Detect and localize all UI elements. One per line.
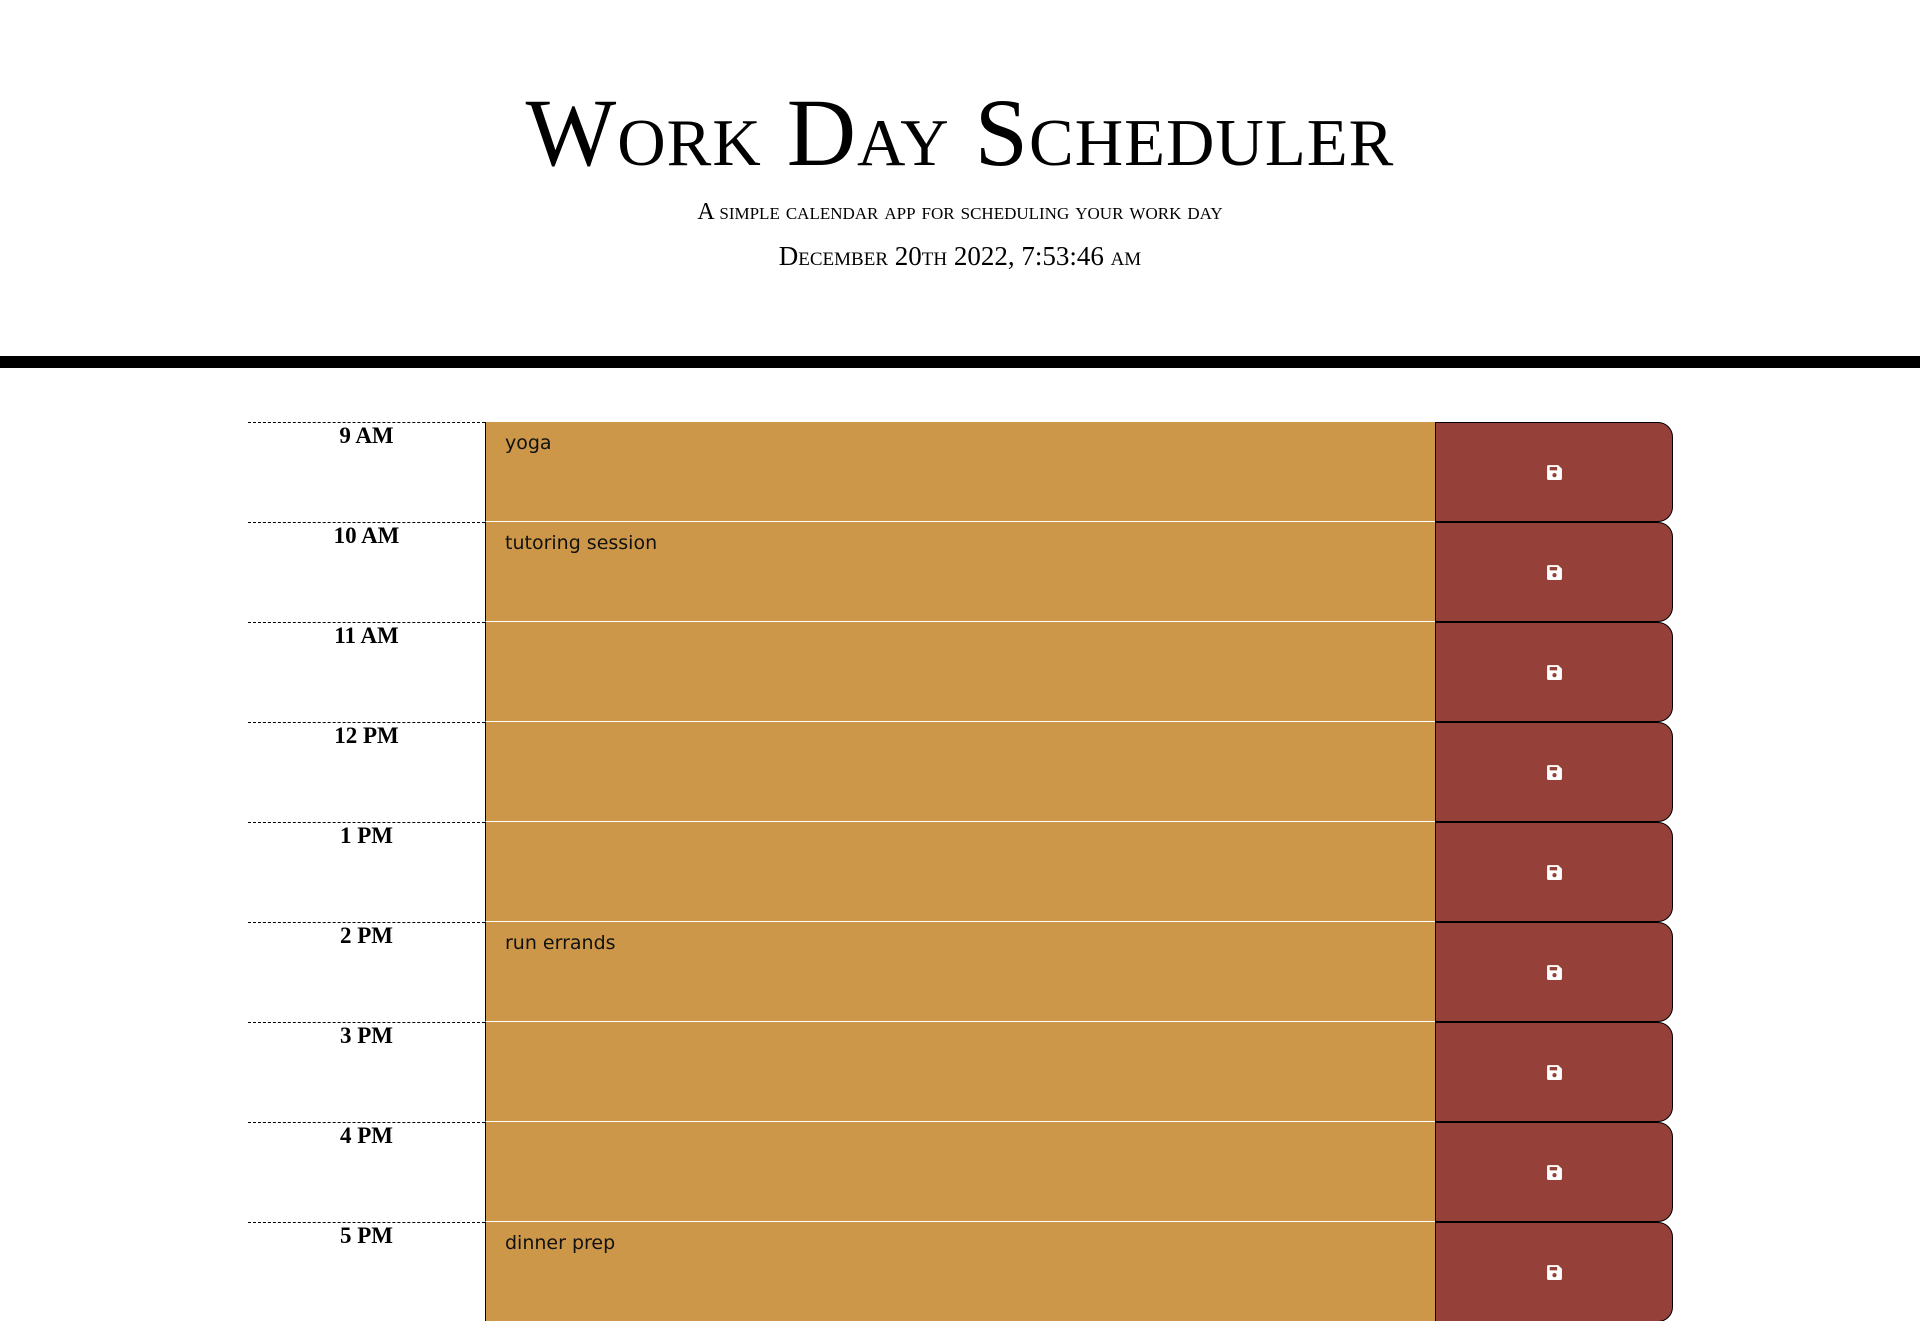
description-textarea[interactable] <box>485 1122 1435 1222</box>
floppy-disk-icon <box>1546 664 1563 681</box>
time-block-1pm: 1 PM <box>248 822 1673 922</box>
save-button[interactable] <box>1435 422 1673 522</box>
hour-label: 4 PM <box>248 1122 485 1222</box>
time-block-9am: 9 AM yoga <box>248 422 1673 522</box>
hour-label: 11 AM <box>248 622 485 722</box>
time-block-11am: 11 AM <box>248 622 1673 722</box>
hour-label: 12 PM <box>248 722 485 822</box>
save-button[interactable] <box>1435 922 1673 1022</box>
hour-label: 5 PM <box>248 1222 485 1321</box>
floppy-disk-icon <box>1546 1264 1563 1281</box>
time-block-2pm: 2 PM run errands <box>248 922 1673 1022</box>
page-title: Work Day Scheduler <box>525 79 1395 186</box>
floppy-disk-icon <box>1546 864 1563 881</box>
description-textarea[interactable]: dinner prep <box>485 1222 1435 1321</box>
save-button[interactable] <box>1435 1222 1673 1321</box>
header: Work Day Scheduler A simple calendar app… <box>0 0 1920 368</box>
description-textarea[interactable] <box>485 1022 1435 1122</box>
time-block-5pm: 5 PM dinner prep <box>248 1222 1673 1321</box>
time-block-12pm: 12 PM <box>248 722 1673 822</box>
floppy-disk-icon <box>1546 1164 1563 1181</box>
time-block-10am: 10 AM tutoring session <box>248 522 1673 622</box>
hour-label: 2 PM <box>248 922 485 1022</box>
save-button[interactable] <box>1435 522 1673 622</box>
floppy-disk-icon <box>1546 1064 1563 1081</box>
current-day: December 20th 2022, 7:53:46 am <box>778 241 1142 271</box>
time-block-4pm: 4 PM <box>248 1122 1673 1222</box>
save-button[interactable] <box>1435 622 1673 722</box>
save-button[interactable] <box>1435 822 1673 922</box>
save-button[interactable] <box>1435 1022 1673 1122</box>
time-block-3pm: 3 PM <box>248 1022 1673 1122</box>
floppy-disk-icon <box>1546 764 1563 781</box>
hour-label: 3 PM <box>248 1022 485 1122</box>
description-textarea[interactable] <box>485 822 1435 922</box>
hour-label: 9 AM <box>248 422 485 522</box>
floppy-disk-icon <box>1546 464 1563 481</box>
description-textarea[interactable]: tutoring session <box>485 522 1435 622</box>
description-textarea[interactable]: run errands <box>485 922 1435 1022</box>
floppy-disk-icon <box>1546 564 1563 581</box>
time-blocks-container: 9 AM yoga 10 AM tutoring session 11 AM 1… <box>248 422 1673 1321</box>
page-subtitle: A simple calendar app for scheduling you… <box>697 199 1223 225</box>
description-textarea[interactable] <box>485 722 1435 822</box>
hour-label: 10 AM <box>248 522 485 622</box>
hour-label: 1 PM <box>248 822 485 922</box>
description-textarea[interactable]: yoga <box>485 422 1435 522</box>
save-button[interactable] <box>1435 722 1673 822</box>
floppy-disk-icon <box>1546 964 1563 981</box>
description-textarea[interactable] <box>485 622 1435 722</box>
save-button[interactable] <box>1435 1122 1673 1222</box>
